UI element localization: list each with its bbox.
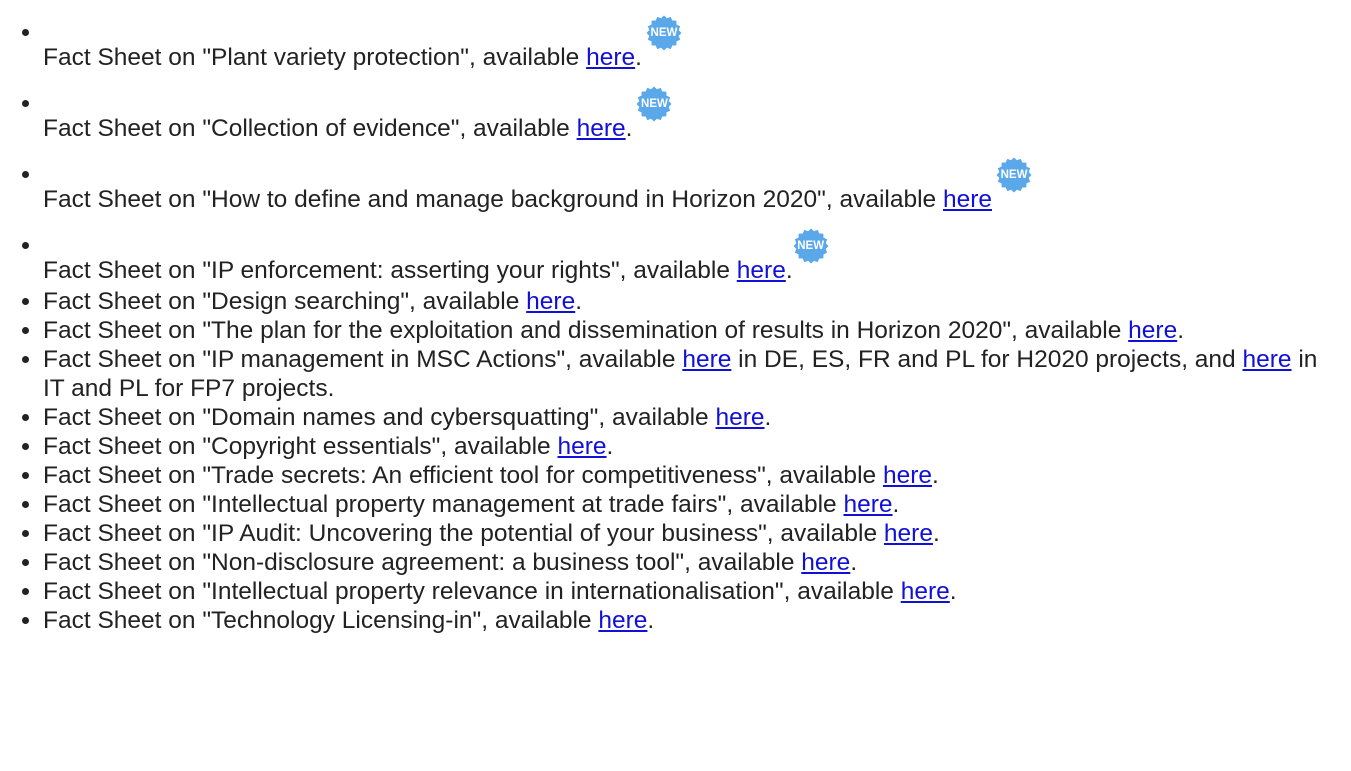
item-text: Fact Sheet on "IP enforcement: asserting…: [43, 257, 737, 284]
here-link[interactable]: here: [586, 44, 635, 71]
here-link[interactable]: here: [682, 346, 731, 373]
item-text-end: .: [1177, 317, 1185, 344]
list-item: Fact Sheet on "Copyright essentials", av…: [22, 432, 1342, 461]
bullet-icon: [22, 588, 29, 595]
list-item: Fact Sheet on "Non-disclosure agreement:…: [22, 548, 1342, 577]
list-item: Fact Sheet on "The plan for the exploita…: [22, 316, 1342, 345]
new-badge-icon: NEW: [996, 157, 1032, 193]
item-text: Fact Sheet on "Copyright essentials", av…: [43, 433, 558, 460]
here-link[interactable]: here: [598, 607, 647, 634]
new-badge-icon: NEW: [793, 228, 829, 264]
bullet-icon: [22, 327, 29, 334]
item-text-end: .: [850, 549, 858, 576]
bullet-icon: [22, 29, 29, 36]
here-link[interactable]: here: [884, 520, 933, 547]
new-badge-icon: NEW: [636, 86, 672, 122]
here-link[interactable]: here: [943, 186, 992, 213]
item-text: Fact Sheet on "Intellectual property rel…: [43, 578, 901, 605]
item-text-middle: in DE, ES, FR and PL for H2020 projects,…: [731, 346, 1243, 373]
here-link[interactable]: here: [577, 115, 626, 142]
here-link[interactable]: here: [883, 462, 932, 489]
bullet-icon: [22, 298, 29, 305]
list-item: Fact Sheet on "IP enforcement: asserting…: [22, 216, 1342, 287]
list-item: Fact Sheet on "Intellectual property rel…: [22, 577, 1342, 606]
item-text: Fact Sheet on "Plant variety protection"…: [43, 44, 587, 71]
item-text: Fact Sheet on "Non-disclosure agreement:…: [43, 549, 802, 576]
new-badge-label: NEW: [797, 240, 825, 252]
here-link-fp7[interactable]: here: [1243, 346, 1292, 373]
item-text: Fact Sheet on "Collection of evidence", …: [43, 115, 577, 142]
here-link[interactable]: here: [801, 549, 850, 576]
here-link[interactable]: here: [557, 433, 606, 460]
list-item: Fact Sheet on "IP Audit: Uncovering the …: [22, 519, 1342, 548]
bullet-icon: [22, 414, 29, 421]
item-text: Fact Sheet on "IP management in MSC Acti…: [43, 346, 683, 373]
new-badge-label: NEW: [1000, 169, 1028, 181]
bullet-icon: [22, 617, 29, 624]
bullet-icon: [22, 356, 29, 363]
list-item: Fact Sheet on "Trade secrets: An efficie…: [22, 461, 1342, 490]
list-item: Fact Sheet on "Design searching", availa…: [22, 287, 1342, 316]
new-badge-label: NEW: [650, 27, 678, 39]
list-item: Fact Sheet on "Intellectual property man…: [22, 490, 1342, 519]
list-item: Fact Sheet on "Technology Licensing-in",…: [22, 606, 1342, 635]
list-item: Fact Sheet on "Domain names and cybersqu…: [22, 403, 1342, 432]
item-text: Fact Sheet on "How to define and manage …: [43, 186, 943, 213]
item-text-end: .: [606, 433, 614, 460]
item-text: Fact Sheet on "Intellectual property man…: [43, 491, 844, 518]
here-link[interactable]: here: [737, 257, 786, 284]
list-item: Fact Sheet on "Collection of evidence", …: [22, 74, 1342, 145]
here-link[interactable]: here: [843, 491, 892, 518]
item-text: Fact Sheet on "Trade secrets: An efficie…: [43, 462, 883, 489]
bullet-icon: [22, 530, 29, 537]
bullet-icon: [22, 559, 29, 566]
item-text: Fact Sheet on "Domain names and cybersqu…: [43, 404, 716, 431]
item-text-end: .: [575, 288, 583, 315]
item-text: Fact Sheet on "Technology Licensing-in",…: [43, 607, 599, 634]
list-item: Fact Sheet on "IP management in MSC Acti…: [22, 345, 1342, 403]
new-badge-label: NEW: [641, 98, 668, 110]
bullet-icon: [22, 443, 29, 450]
fact-sheet-list: Fact Sheet on "Plant variety protection"…: [22, 0, 1342, 635]
bullet-icon: [22, 100, 29, 107]
here-link[interactable]: here: [526, 288, 575, 315]
item-text-end: .: [764, 404, 772, 431]
here-link[interactable]: here: [715, 404, 764, 431]
item-text: Fact Sheet on "The plan for the exploita…: [43, 317, 1129, 344]
here-link[interactable]: here: [901, 578, 950, 605]
item-text-end: .: [932, 462, 939, 489]
bullet-icon: [22, 472, 29, 479]
item-text-end: .: [647, 607, 655, 634]
bullet-icon: [22, 171, 29, 178]
item-text-end: .: [892, 491, 900, 518]
item-text-end: .: [932, 520, 940, 547]
item-text-end: .: [625, 115, 633, 142]
new-badge-icon: NEW: [646, 15, 682, 51]
bullet-icon: [22, 242, 29, 249]
here-link[interactable]: here: [1128, 317, 1177, 344]
item-text: Fact Sheet on "Design searching", availa…: [43, 288, 527, 315]
list-item: Fact Sheet on "How to define and manage …: [22, 145, 1342, 216]
list-item: Fact Sheet on "Plant variety protection"…: [22, 0, 1342, 74]
item-text-end: .: [785, 257, 793, 284]
item-text: Fact Sheet on "IP Audit: Uncovering the …: [43, 520, 884, 547]
item-text-end: .: [635, 44, 642, 71]
item-text-end: .: [949, 578, 957, 605]
bullet-icon: [22, 501, 29, 508]
